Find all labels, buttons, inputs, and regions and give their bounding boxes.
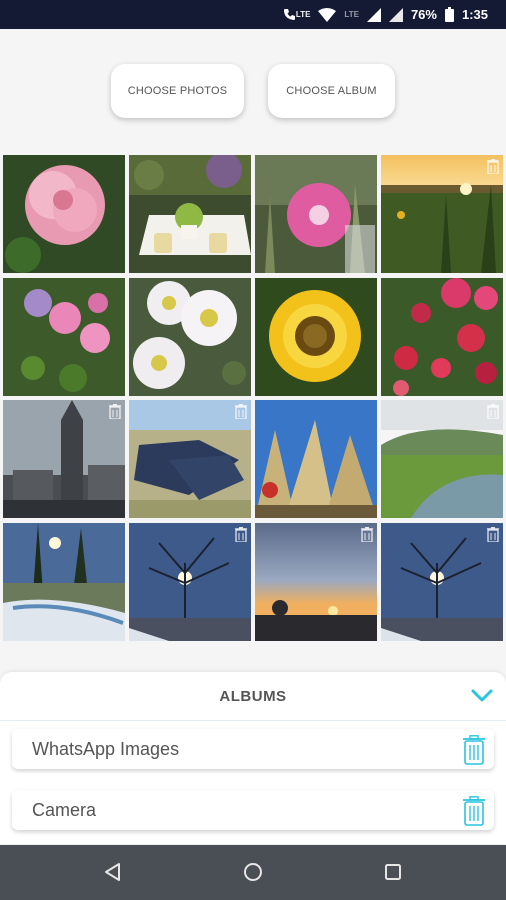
trash-icon[interactable]: [462, 735, 486, 765]
delete-icon[interactable]: [361, 527, 373, 542]
battery-percent: 76%: [410, 7, 437, 22]
delete-icon[interactable]: [109, 404, 121, 419]
clock: 1:35: [461, 7, 488, 22]
choose-photos-button[interactable]: CHOOSE PHOTOS: [111, 64, 244, 118]
photo-tile[interactable]: [129, 400, 251, 518]
album-item[interactable]: WhatsApp Images: [12, 729, 494, 769]
photo-tile[interactable]: [381, 523, 503, 641]
signal-icon-secondary: [388, 7, 403, 22]
photo-tile[interactable]: [3, 278, 125, 396]
photo-tile[interactable]: [255, 523, 377, 641]
albums-panel: ALBUMS WhatsApp Images Camera: [0, 672, 506, 844]
delete-icon[interactable]: [487, 527, 499, 542]
delete-icon[interactable]: [235, 404, 247, 419]
chevron-down-icon[interactable]: [470, 686, 494, 706]
photo-tile[interactable]: [129, 278, 251, 396]
choose-album-button[interactable]: CHOOSE ALBUM: [268, 64, 395, 118]
delete-icon[interactable]: [235, 527, 247, 542]
photo-tile[interactable]: [129, 523, 251, 641]
delete-icon[interactable]: [487, 404, 499, 419]
delete-icon[interactable]: [487, 159, 499, 174]
status-bar: LTE LTE 76% 1:35: [0, 0, 506, 29]
photo-tile[interactable]: [255, 155, 377, 273]
recents-icon[interactable]: [382, 861, 404, 883]
album-name: Camera: [32, 800, 97, 820]
album-item[interactable]: Camera: [12, 790, 494, 830]
photo-tile[interactable]: [255, 278, 377, 396]
wifi-icon: [318, 7, 337, 22]
photo-tile[interactable]: [381, 155, 503, 273]
photo-tile[interactable]: [3, 155, 125, 273]
photo-tile[interactable]: [381, 400, 503, 518]
phone-icon: LTE: [283, 8, 311, 21]
signal-icon: [366, 7, 381, 22]
divider: [0, 720, 506, 721]
home-icon[interactable]: [242, 861, 264, 883]
album-name: WhatsApp Images: [32, 739, 180, 759]
trash-icon[interactable]: [462, 796, 486, 826]
photo-grid: [3, 155, 505, 642]
lte-label-secondary: LTE: [344, 10, 359, 19]
action-buttons: CHOOSE PHOTOS CHOOSE ALBUM: [0, 64, 506, 118]
photo-tile[interactable]: [255, 400, 377, 518]
battery-icon: [444, 7, 454, 22]
photo-tile[interactable]: [3, 523, 125, 641]
lte-label: LTE: [295, 10, 311, 19]
albums-header[interactable]: ALBUMS: [0, 672, 506, 720]
navigation-bar: [0, 845, 506, 900]
photo-tile[interactable]: [3, 400, 125, 518]
photo-tile[interactable]: [381, 278, 503, 396]
back-icon[interactable]: [102, 861, 124, 883]
albums-title: ALBUMS: [219, 688, 287, 705]
photo-tile[interactable]: [129, 155, 251, 273]
